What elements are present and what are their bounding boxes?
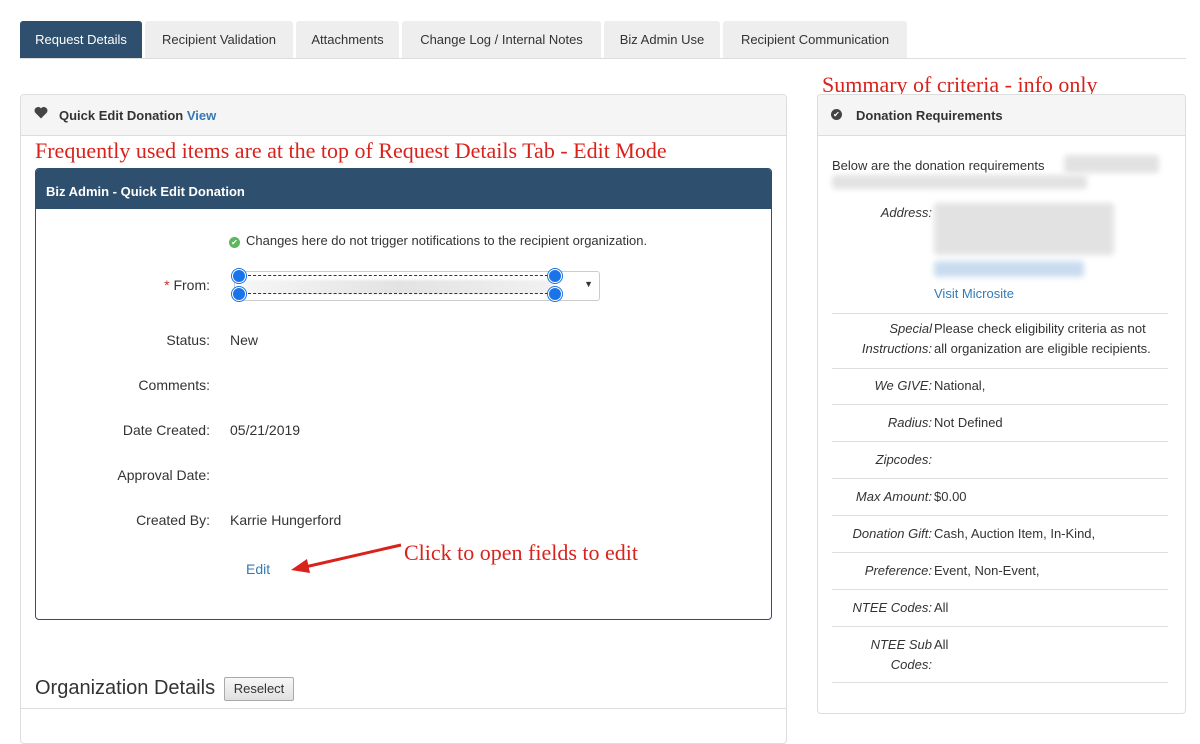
requirement-key: Donation Gift: — [852, 526, 933, 541]
from-label: * From: — [164, 277, 210, 293]
created-by-value: Karrie Hungerford — [230, 512, 342, 528]
divider — [832, 441, 1168, 442]
donation-requirements-heading: ✔ Donation Requirements — [818, 95, 1185, 136]
address-label: Address: — [880, 205, 932, 220]
annotation-arrow-icon — [291, 543, 402, 573]
requirement-key: NTEE Sub Codes: — [870, 637, 932, 672]
requirement-value: Event, Non-Event, — [934, 563, 1040, 578]
notification-notice: ✔ Changes here do not trigger notificatio… — [229, 233, 647, 248]
quick-edit-form-heading: Biz Admin - Quick Edit Donation — [36, 169, 771, 209]
divider — [20, 708, 786, 709]
quick-edit-form-title: Biz Admin - Quick Edit Donation — [46, 184, 245, 199]
requirement-key: Radius: — [887, 415, 932, 430]
date-created-label: Date Created: — [122, 422, 210, 438]
divider — [832, 682, 1168, 683]
divider — [832, 313, 1168, 314]
check-circle-icon: ✔ — [831, 109, 842, 120]
tab-recipient-validation[interactable]: Recipient Validation — [145, 21, 293, 58]
reselect-button[interactable]: Reselect — [224, 677, 294, 701]
divider — [832, 478, 1168, 479]
view-link[interactable]: View — [187, 108, 216, 123]
status-value: New — [230, 332, 259, 348]
selection-dashed-bottom — [238, 293, 558, 294]
requirement-value: Not Defined — [934, 415, 1003, 430]
chevron-down-icon: ▼ — [584, 279, 593, 289]
status-label: Status: — [166, 332, 210, 348]
from-select-value-redacted — [243, 280, 553, 294]
redacted-address — [934, 203, 1114, 255]
redacted-text — [1064, 155, 1159, 173]
selection-handle-icon[interactable] — [548, 287, 562, 301]
selection-handle-icon[interactable] — [548, 269, 562, 283]
requirement-key: Preference: — [864, 563, 932, 578]
check-circle-icon: ✔ — [229, 237, 240, 248]
requirement-value: Cash, Auction Item, In-Kind, — [934, 526, 1096, 541]
divider — [832, 589, 1168, 590]
required-star-icon: * — [164, 277, 170, 293]
requirement-key: We GIVE: — [874, 378, 932, 393]
donation-requirements-title: Donation Requirements — [856, 108, 1003, 123]
heart-icon — [34, 106, 48, 122]
divider — [832, 368, 1168, 369]
redacted-text — [832, 175, 1087, 189]
notice-text: Changes here do not trigger notification… — [246, 233, 648, 248]
approval-date-label: Approval Date: — [117, 467, 210, 483]
redacted-link — [934, 261, 1084, 277]
annotation-click-to-open: Click to open fields to edit — [404, 540, 639, 565]
tab-change-log[interactable]: Change Log / Internal Notes — [402, 21, 601, 58]
divider — [832, 404, 1168, 405]
comments-label: Comments: — [138, 377, 210, 393]
annotation-frequently-used: Frequently used items are at the top of … — [35, 138, 667, 163]
donation-requirements-panel: ✔ Donation Requirements Below are the do… — [817, 94, 1186, 714]
requirement-key: Zipcodes: — [875, 452, 932, 467]
requirement-value: National, — [934, 378, 986, 393]
selection-handle-icon[interactable] — [232, 269, 246, 283]
divider — [832, 515, 1168, 516]
requirement-key: NTEE Codes: — [852, 600, 932, 615]
requirement-key: Max Amount: — [855, 489, 932, 504]
visit-microsite-link[interactable]: Visit Microsite — [934, 286, 1014, 301]
requirement-value: All — [934, 637, 949, 652]
quick-edit-heading: Quick Edit Donation View — [21, 95, 786, 136]
divider — [832, 626, 1168, 627]
tab-recipient-communication[interactable]: Recipient Communication — [723, 21, 907, 58]
selection-handle-icon[interactable] — [232, 287, 246, 301]
organization-details-title: Organization Details — [35, 677, 216, 699]
tab-bar: Request Details Recipient Validation Att… — [20, 21, 1186, 59]
requirement-key: Special Instructions: — [861, 321, 932, 356]
tab-attachments[interactable]: Attachments — [296, 21, 399, 58]
selection-dashed-top — [238, 275, 558, 276]
requirement-value: $0.00 — [934, 489, 967, 504]
tab-request-details[interactable]: Request Details — [20, 21, 142, 58]
created-by-label: Created By: — [136, 512, 210, 528]
edit-link[interactable]: Edit — [246, 561, 270, 577]
requirement-value: All — [934, 600, 949, 615]
quick-edit-title: Quick Edit Donation — [59, 108, 184, 123]
divider — [832, 552, 1168, 553]
requirements-intro: Below are the donation requirements — [832, 158, 1045, 173]
requirement-value: Please check eligibility criteria as not… — [934, 321, 1151, 356]
date-created-value: 05/21/2019 — [230, 422, 301, 438]
tab-biz-admin-use[interactable]: Biz Admin Use — [604, 21, 720, 58]
